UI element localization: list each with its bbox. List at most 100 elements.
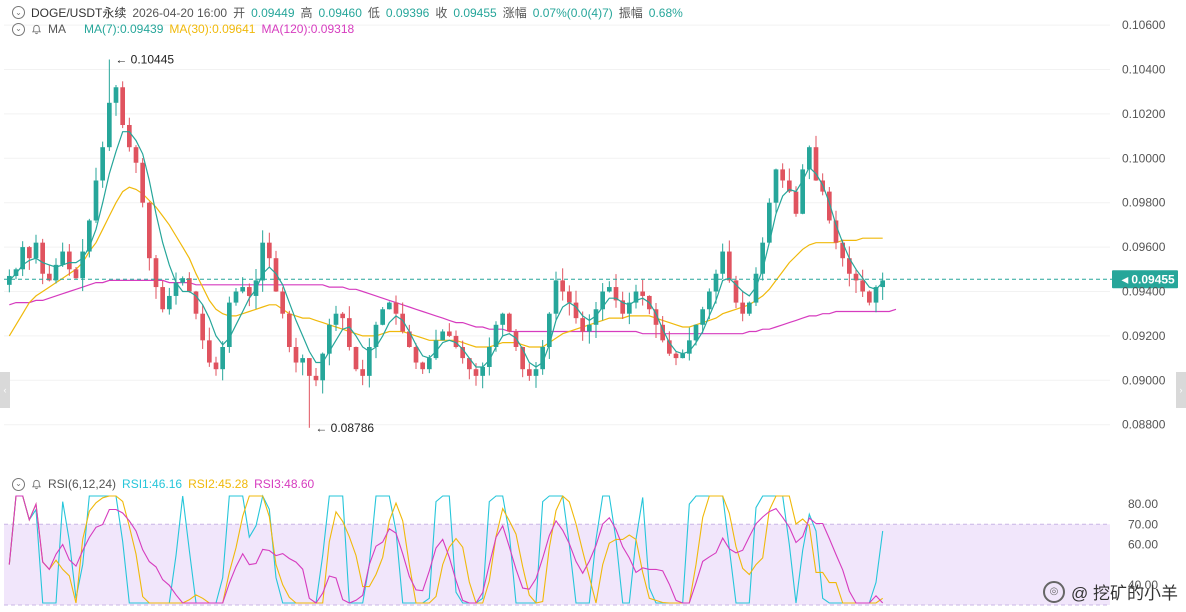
ma-indicator-name[interactable]: MA: [48, 22, 66, 36]
candle-body: [267, 242, 272, 259]
candle-body: [200, 313, 205, 341]
candle-body: [153, 258, 159, 288]
candle-body: [167, 295, 172, 310]
candle-body: [100, 147, 105, 181]
candle-body: [387, 302, 392, 310]
candle-body: [300, 358, 305, 363]
change-label: 涨幅: [502, 6, 527, 20]
watermark-logo-icon: ◎: [1043, 580, 1066, 603]
candle-body: [780, 169, 785, 181]
price-tick-label: 0.10600: [1122, 18, 1166, 32]
price-tick-label: 0.08800: [1122, 418, 1166, 432]
candle-body: [547, 313, 552, 347]
price-tick-label: 0.10000: [1122, 151, 1166, 165]
change-value: 0.07%(0.0(4)7): [532, 5, 613, 20]
candle-body: [67, 251, 72, 270]
candle-body: [673, 353, 679, 359]
ma30-legend: MA(30):0.09641: [169, 22, 256, 36]
watermark: ◎ @ 挖矿的小羊: [1043, 579, 1178, 604]
amplitude-label: 振幅: [618, 6, 643, 20]
extreme-label-high: ← 0.10445: [115, 53, 174, 67]
candle-body: [320, 353, 325, 381]
candle-body: [93, 180, 99, 221]
candle-body: [860, 280, 865, 292]
price-axis: 0.08800 0.09000 0.09200 0.09400 0.09600 0.098…: [1122, 18, 1166, 432]
candle-body: [333, 313, 339, 325]
candle-body: [287, 313, 292, 347]
candle-body: [527, 369, 532, 376]
candle-body: [73, 269, 79, 279]
open-value: 0.09449: [251, 5, 295, 20]
candle-body: [827, 191, 832, 221]
candle-body: [773, 169, 779, 203]
rsi-indicator-name[interactable]: RSI(6,12,24): [48, 477, 116, 491]
candle-body: [700, 309, 705, 325]
candle-body: [440, 331, 445, 341]
candle-body: [807, 147, 812, 170]
rsi3-legend: RSI3:48.60: [254, 477, 315, 491]
candle-body: [127, 125, 132, 148]
candle-body: [553, 280, 559, 314]
high-value: 0.09460: [318, 5, 362, 20]
symbol-label[interactable]: DOGE/USDT永续: [31, 4, 126, 21]
candle-body: [20, 247, 25, 270]
chart-canvas: ◂ 0.09455 0.088000.090000.092000.094000.…: [4, 18, 1178, 606]
price-annotations: ← 0.10445 ← 0.08786: [115, 53, 374, 435]
candle-body: [133, 147, 139, 163]
candle-body: [867, 291, 872, 303]
collapse-icon[interactable]: ⌄: [12, 6, 25, 19]
candle-body: [120, 87, 125, 125]
candle-body: [293, 347, 299, 363]
candle-body: [720, 251, 725, 274]
candle-body: [533, 369, 539, 376]
rsi2-legend: RSI2:45.28: [188, 477, 249, 491]
scroll-right-arrow[interactable]: ›: [1176, 372, 1186, 408]
candle-body: [713, 273, 719, 292]
collapse-icon[interactable]: ⌄: [12, 477, 25, 491]
candle-body: [187, 278, 192, 292]
candle-body: [313, 375, 319, 381]
candle-body: [213, 362, 219, 370]
candle-body: [427, 358, 432, 370]
bell-icon[interactable]: [31, 479, 42, 490]
price-tick-label: 0.09000: [1122, 373, 1166, 387]
ma120-legend: MA(120):0.09318: [261, 22, 355, 36]
candle-body: [707, 291, 712, 310]
watermark-text: @ 挖矿的小羊: [1071, 584, 1178, 603]
candle-body: [413, 347, 419, 363]
bell-icon[interactable]: [31, 24, 42, 35]
candle-body: [747, 302, 752, 314]
price-tick-label: 0.09400: [1122, 285, 1166, 299]
candle-body: [107, 102, 112, 148]
candle-body: [420, 362, 425, 370]
candle-body: [587, 324, 592, 332]
candle-body: [280, 291, 285, 314]
candle-body: [247, 287, 252, 296]
rsi-band: [4, 524, 1110, 605]
rsi-tick-label: 70.00: [1128, 517, 1158, 531]
scroll-left-arrow[interactable]: ‹: [0, 372, 10, 408]
extreme-label-low: ← 0.08786: [315, 421, 374, 435]
candle-body: [393, 302, 399, 314]
candle-body: [360, 369, 365, 376]
candle-body: [573, 302, 579, 319]
candle-body: [727, 251, 732, 281]
rsi-legend: ⌄ RSI(6,12,24) RSI1:46.16 RSI2:45.28 RSI…: [12, 477, 314, 491]
candle-body: [207, 340, 212, 363]
amplitude-value: 0.68%: [648, 5, 683, 20]
candle-body: [147, 202, 152, 259]
price-tick-label: 0.10400: [1122, 63, 1166, 77]
candle-body: [27, 247, 32, 259]
candle-body: [60, 251, 65, 265]
close-label: 收: [435, 6, 448, 20]
candle-body: [380, 309, 385, 325]
ma-legend: ⌄ MA MA(7):0.09439 MA(30):0.09641 MA(120…: [12, 22, 354, 36]
price-tick-label: 0.09800: [1122, 196, 1166, 210]
candle-body: [507, 313, 512, 332]
collapse-icon[interactable]: ⌄: [12, 22, 25, 36]
rsi1-legend: RSI1:46.16: [122, 477, 183, 491]
candle-body: [560, 280, 565, 292]
candle-body: [693, 324, 699, 341]
ma120-polyline: [9, 279, 897, 335]
candle-body: [140, 162, 145, 203]
